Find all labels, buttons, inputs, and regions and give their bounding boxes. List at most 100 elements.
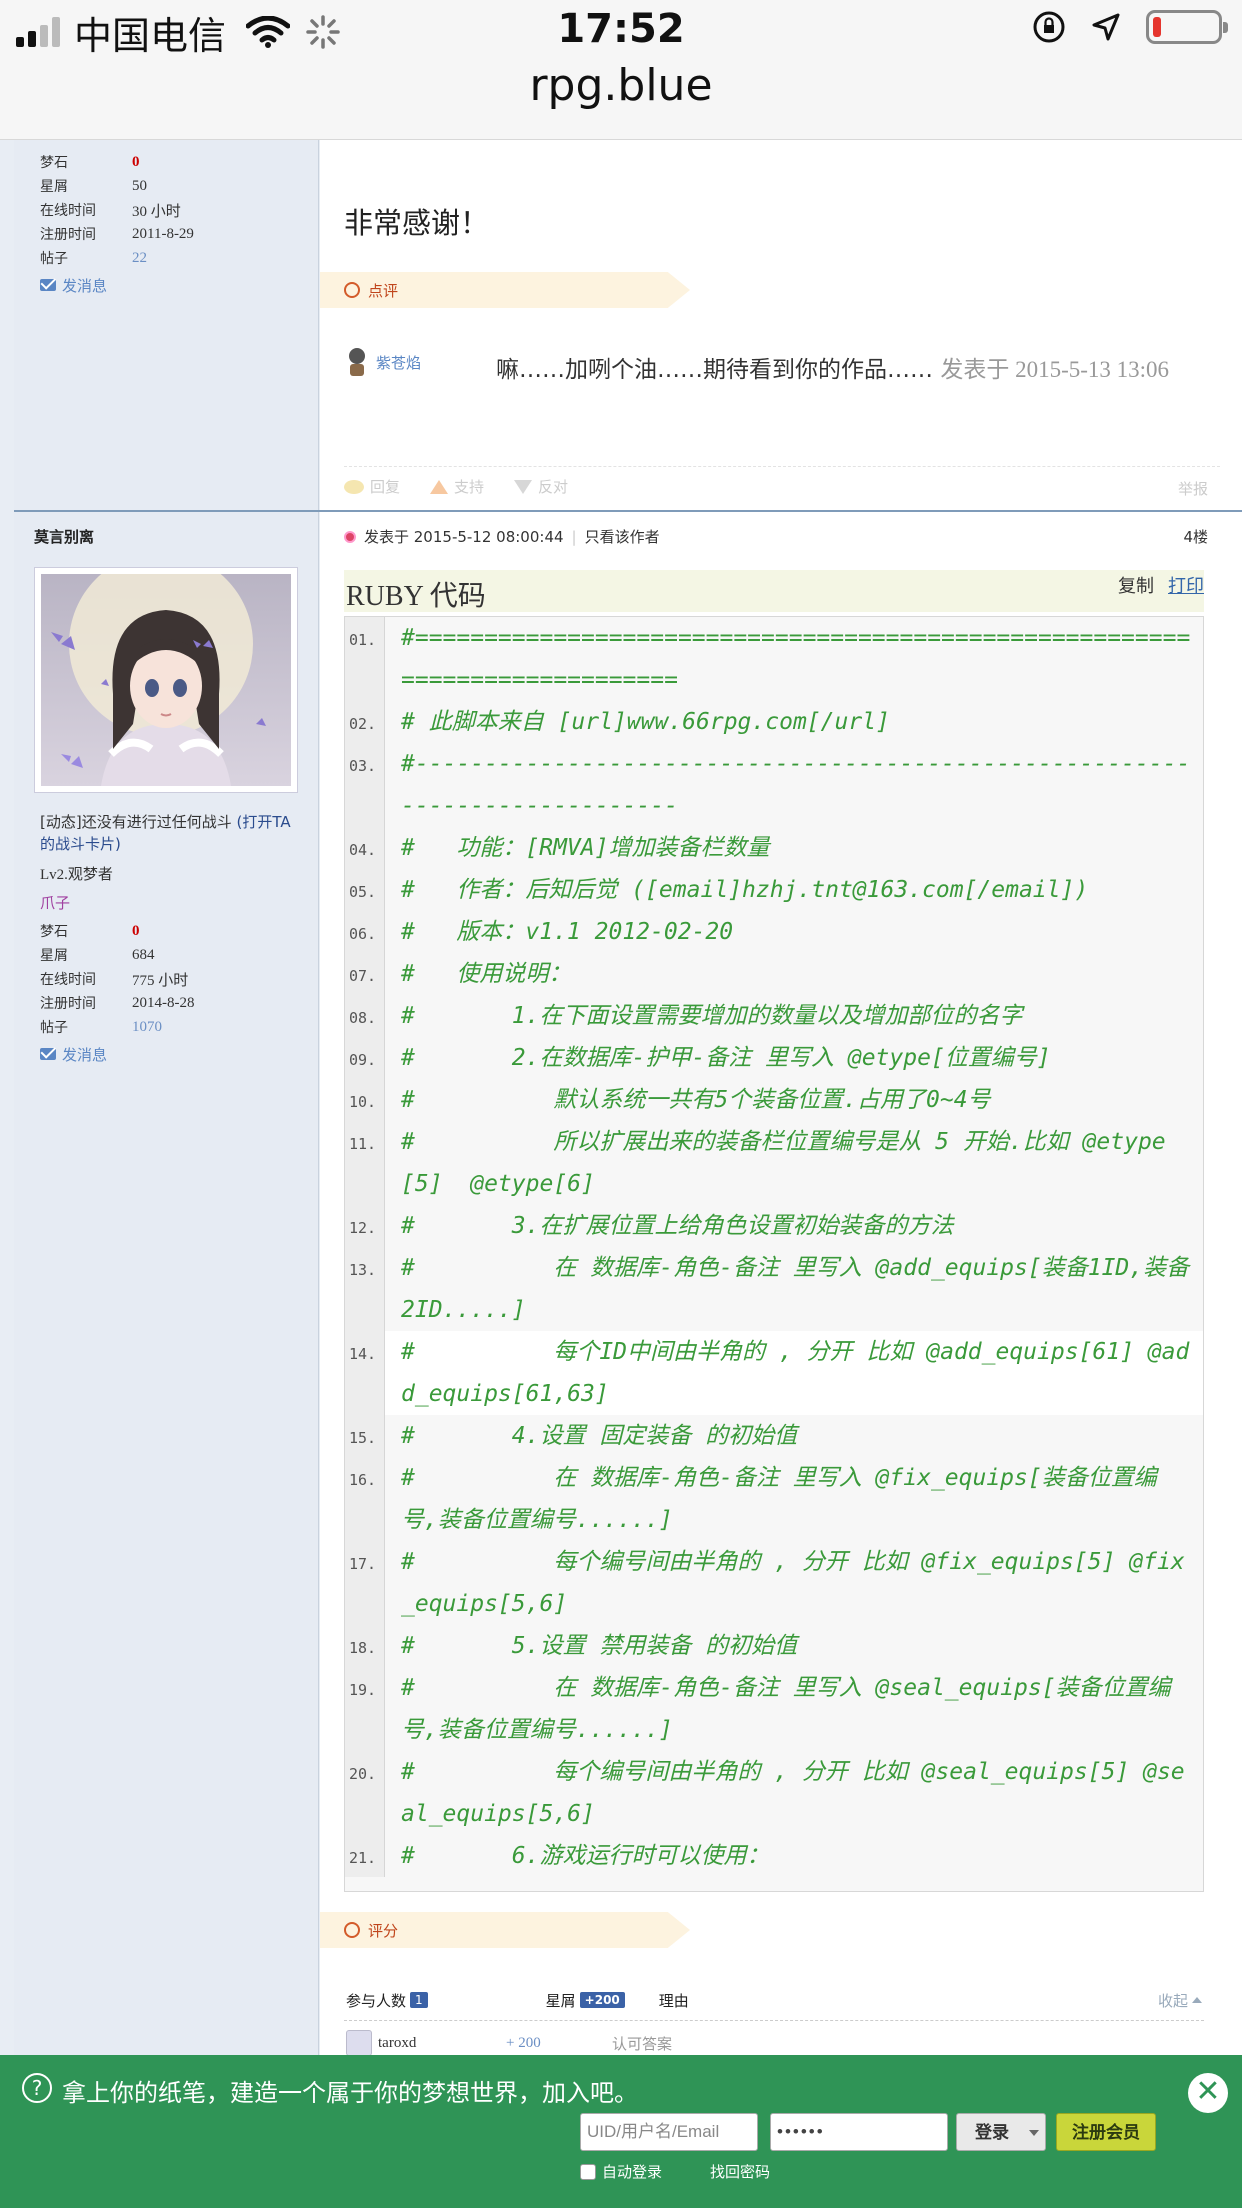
register-button[interactable]: 注册会员 xyxy=(1056,2113,1156,2151)
code-text: # 默认系统一共有5个装备位置.占用了0~4号 xyxy=(401,1087,991,1113)
line-number: 01. xyxy=(345,617,385,701)
line-number: 11. xyxy=(345,1121,385,1205)
copy-code-button[interactable]: 复制 xyxy=(1118,572,1154,598)
stat-row-online: 在线时间 775 小时 xyxy=(40,972,189,989)
reply-button[interactable]: 回复 xyxy=(344,476,400,497)
line-number: 17. xyxy=(345,1541,385,1625)
stars-badge: +200 xyxy=(579,1992,625,2008)
rater-stars: + 200 xyxy=(506,2034,541,2051)
rating-row: taroxd + 200 认可答案 xyxy=(346,2030,1202,2056)
author-title: 爪子 xyxy=(40,894,71,912)
code-line: 16. # 在 数据库-角色-备注 里写入 @fix_equips[装备位置编号,… xyxy=(345,1457,1203,1541)
code-text: # 在 数据库-角色-备注 里写入 @add_equips[装备1ID,装备2I… xyxy=(401,1255,1190,1323)
auto-login-checkbox[interactable]: 自动登录 xyxy=(580,2161,662,2182)
code-line: 19. # 在 数据库-角色-备注 里写入 @seal_equips[装备位置编号… xyxy=(345,1667,1203,1751)
stat-row-posts: 帖子 1070 xyxy=(40,1018,162,1037)
participants-badge: 1 xyxy=(410,1992,428,2008)
address-bar-url[interactable]: rpg.blue xyxy=(0,60,1242,111)
line-number: 08. xyxy=(345,995,385,1037)
code-header: RUBY 代码 复制 打印 xyxy=(344,570,1204,612)
line-number: 04. xyxy=(345,827,385,869)
code-text: # 所以扩展出来的装备栏位置编号是从 5 开始.比如 @etype[5] @et… xyxy=(401,1129,1166,1197)
collapse-button[interactable]: 收起 xyxy=(1158,1990,1202,2011)
stat-row-xingxie: 星屑 684 xyxy=(40,946,155,965)
floor-number[interactable]: 4楼 xyxy=(1183,526,1208,547)
checkbox-icon xyxy=(580,2163,596,2180)
posts-count-link[interactable]: 22 xyxy=(132,250,147,267)
report-button[interactable]: 举报 xyxy=(1178,478,1208,499)
code-text: #=======================================… xyxy=(401,625,1191,693)
thumb-up-icon xyxy=(430,479,449,494)
stat-row-registered: 注册时间 2011-8-29 xyxy=(40,225,194,244)
post-content-b: 发表于 2015-5-12 08:00:44 | 只看该作者 4楼 RUBY 代… xyxy=(320,512,1242,2056)
rater-avatar[interactable] xyxy=(346,2030,372,2056)
oppose-button[interactable]: 反对 xyxy=(514,476,568,497)
code-line: 09. # 2.在数据库-护甲-备注 里写入 @etype[位置编号] xyxy=(345,1037,1203,1079)
send-message-link[interactable]: 发消息 xyxy=(14,270,318,300)
code-text: # 3.在扩展位置上给角色设置初始装备的方法 xyxy=(401,1213,954,1239)
line-number: 02. xyxy=(345,701,385,743)
battery-icon xyxy=(1146,10,1228,44)
support-button[interactable]: 支持 xyxy=(430,476,484,497)
line-number: 09. xyxy=(345,1037,385,1079)
stat-row-registered: 注册时间 2014-8-28 xyxy=(40,994,195,1013)
code-line: 02. # 此脚本来自 [url]www.66rpg.com[/url] xyxy=(345,701,1203,743)
author-dynamic: [动态]还没有进行过任何战斗 (打开TA的战斗卡片) xyxy=(40,813,291,853)
code-lines: 01. #====================================… xyxy=(345,617,1203,1877)
author-only-link[interactable]: 只看该作者 xyxy=(585,526,660,547)
code-text: # 5.设置 禁用装备 的初始值 xyxy=(401,1633,798,1659)
close-banner-button[interactable]: ✕ xyxy=(1188,2073,1228,2113)
stat-row-mengshi: 梦石 0 xyxy=(40,922,140,941)
login-button[interactable]: 登录 xyxy=(956,2113,1046,2151)
line-number: 03. xyxy=(345,743,385,827)
help-icon: ? xyxy=(22,2073,52,2103)
stat-row-xingxie: 星屑 50 xyxy=(40,177,147,196)
commenter-avatar[interactable] xyxy=(342,346,372,378)
code-text: # 使用说明： xyxy=(401,961,572,987)
envelope-icon xyxy=(40,279,56,291)
code-line: 18. # 5.设置 禁用装备 的初始值 xyxy=(345,1625,1203,1667)
code-line: 20. # 每个编号间由半角的 , 分开 比如 @seal_equips[5] @… xyxy=(345,1751,1203,1835)
line-number: 12. xyxy=(345,1205,385,1247)
password-input[interactable]: •••••• xyxy=(770,2113,948,2151)
post-body: 非常感谢！ xyxy=(344,206,490,240)
line-number: 10. xyxy=(345,1079,385,1121)
code-text: # 每个ID中间由半角的 , 分开 比如 @add_equips[61] @ad… xyxy=(401,1339,1190,1407)
rater-name[interactable]: taroxd xyxy=(378,2035,506,2052)
code-line: 08. # 1.在下面设置需要增加的数量以及增加部位的名字 xyxy=(345,995,1203,1037)
forgot-password-link[interactable]: 找回密码 xyxy=(710,2161,770,2182)
code-text: # 在 数据库-角色-备注 里写入 @seal_equips[装备位置编号,装备… xyxy=(401,1675,1171,1743)
commenter-name[interactable]: 紫苍焰 xyxy=(376,352,421,373)
stat-row-online: 在线时间 30 小时 xyxy=(40,203,181,220)
line-number: 19. xyxy=(345,1667,385,1751)
line-number: 14. xyxy=(345,1331,385,1415)
code-text: # 在 数据库-角色-备注 里写入 @fix_equips[装备位置编号,装备位… xyxy=(401,1465,1157,1533)
posts-count-link[interactable]: 1070 xyxy=(132,1019,162,1036)
send-message-link[interactable]: 发消息 xyxy=(14,1039,318,1069)
envelope-icon xyxy=(40,1048,56,1060)
code-line: 05. # 作者：后知后觉 ([email]hzhj.tnt@163.com[/e… xyxy=(345,869,1203,911)
thumb-down-icon xyxy=(514,479,533,494)
line-number: 06. xyxy=(345,911,385,953)
line-number: 07. xyxy=(345,953,385,995)
rating-tab: 评分 xyxy=(320,1912,398,1948)
avatar-illustration xyxy=(41,552,291,786)
stat-row-mengshi: 梦石 0 xyxy=(40,153,140,172)
chevron-down-icon xyxy=(1029,2130,1039,2136)
author-username[interactable]: 莫言别离 xyxy=(14,512,318,547)
triangle-up-icon xyxy=(1192,1997,1202,2003)
code-text: # 1.在下面设置需要增加的数量以及增加部位的名字 xyxy=(401,1003,1023,1029)
author-avatar[interactable] xyxy=(34,552,298,793)
post-meta: 发表于 2015-5-12 08:00:44 | 只看该作者 xyxy=(344,526,660,547)
line-number: 13. xyxy=(345,1247,385,1331)
line-number: 21. xyxy=(345,1835,385,1877)
uid-input[interactable]: UID/用户名/Email xyxy=(580,2113,758,2151)
code-line: 15. # 4.设置 固定装备 的初始值 xyxy=(345,1415,1203,1457)
print-code-button[interactable]: 打印 xyxy=(1168,572,1204,598)
code-text: # 每个编号间由半角的 , 分开 比如 @fix_equips[5] @fix_… xyxy=(401,1549,1185,1617)
post-author-sidebar: 梦石 0 星屑 50 在线时间 30 小时 注册时间 2011-8-29 帖子 22 发消… xyxy=(14,140,319,510)
post-content-a: 非常感谢！ 点评 紫苍焰 嘛……加咧个油……期待看到你的作品…… 发表于 201… xyxy=(320,140,1242,510)
post-status-icon xyxy=(344,530,356,543)
code-line: 13. # 在 数据库-角色-备注 里写入 @add_equips[装备1ID,装… xyxy=(345,1247,1203,1331)
code-text: # 版本：v1.1 2012-02-20 xyxy=(401,919,734,945)
